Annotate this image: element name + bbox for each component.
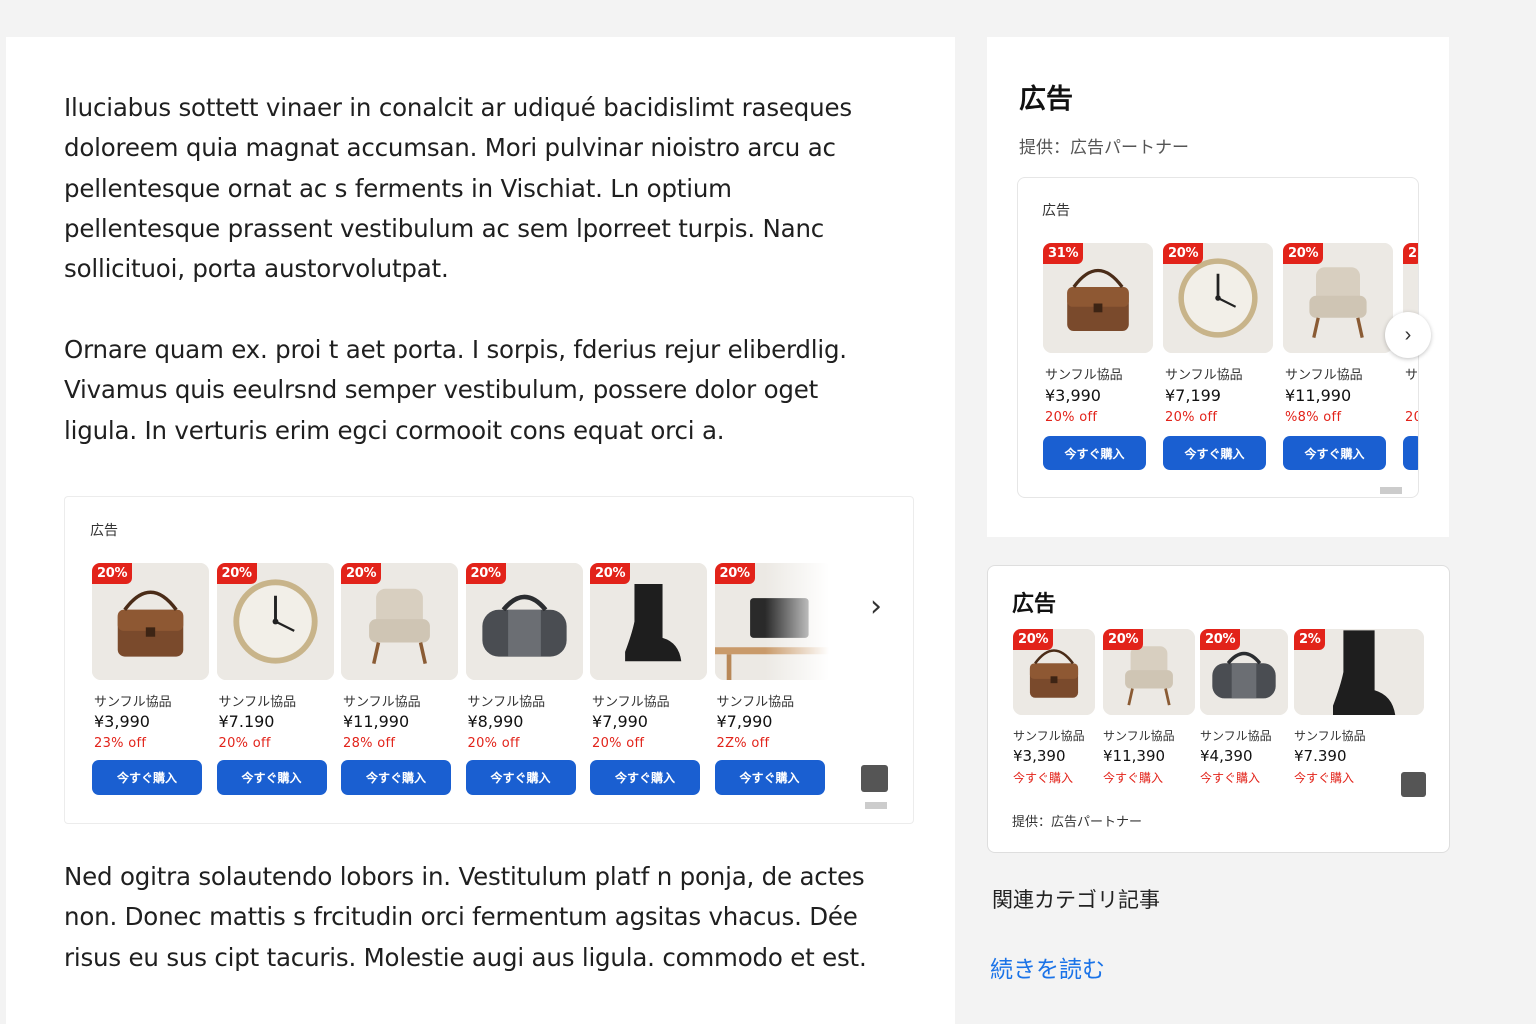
product-discount: 20% off — [1165, 410, 1218, 425]
product-price: ¥11,990 — [343, 712, 410, 731]
product-discount: 23% off — [94, 736, 147, 751]
article-paragraph: Ornare quam ex. proi t aet porta. I sorp… — [64, 335, 847, 445]
discount-badge: 20% — [341, 563, 382, 584]
product-price: ¥7,990 — [716, 712, 773, 731]
product-name: サンフル協品 — [94, 695, 172, 710]
product-price: ¥7.390 — [1294, 747, 1347, 765]
discount-badge: 20% — [714, 563, 755, 584]
buy-now-button[interactable]: 今すぐ購入 — [714, 760, 825, 795]
product-name: サンフル協品 — [343, 695, 421, 710]
buy-now-button[interactable]: 今すぐ購入 — [590, 760, 700, 795]
buy-now-link[interactable]: 今すぐ購入 — [1013, 769, 1073, 786]
product-discount: 20% off — [1045, 410, 1098, 425]
product-price: ¥3,390 — [1013, 747, 1066, 765]
carousel-next-button[interactable]: › — [1385, 312, 1431, 358]
buy-now-button[interactable]: 今すぐ購入 — [1043, 436, 1146, 470]
product-discount: 20 — [1405, 410, 1418, 425]
product-discount: 28% off — [343, 736, 396, 751]
discount-badge: 20% — [1163, 243, 1204, 264]
product-price: ¥7,990 — [592, 712, 648, 731]
product-name: サンフル協品 — [1285, 368, 1363, 383]
product-price: ¥3,990 — [1045, 386, 1101, 405]
inline-ad-carousel: 広告 20% サンフル協品 ¥3,990 23% off 今すぐ購入 20% サンフル協品 ¥… — [64, 496, 914, 824]
buy-now-link[interactable]: 今すぐ購入 — [1200, 769, 1260, 786]
buy-now-button[interactable]: 今すぐ購入 — [1163, 436, 1266, 470]
product-price: ¥11,390 — [1103, 747, 1166, 765]
discount-badge: 20% — [92, 563, 133, 584]
article-paragraph: Ned ogitra solautendo lobors in. Vestitu… — [64, 862, 867, 972]
product-name: サンフル協品 — [1200, 729, 1272, 743]
product-name: サンフル協品 — [218, 695, 297, 710]
product-name: サンフル協品 — [1103, 729, 1175, 743]
discount-badge: 31% — [1043, 243, 1084, 264]
ad-scroll-indicator — [865, 802, 887, 809]
product-discount: 20% off — [592, 736, 645, 751]
product-name: サンフル協品 — [1294, 729, 1366, 743]
related-categories: 関連カテゴリ記事 — [992, 888, 1160, 912]
discount-badge: 20% — [1283, 243, 1324, 264]
ad-label: 広告 — [1042, 203, 1070, 219]
buy-now-link[interactable]: 今すぐ購入 — [1294, 769, 1354, 786]
product-price: ¥4,390 — [1200, 747, 1253, 765]
sidebar-ad-carousel: 広告 31% サンフル協品 ¥3,990 20% off 今すぐ購入 20% サンフル協品 ¥… — [1017, 177, 1419, 498]
product-discount: %8% off — [1285, 410, 1342, 425]
buy-now-button[interactable]: 今すぐ購入 — [92, 760, 202, 795]
read-more-link[interactable]: 続きを読む — [990, 950, 1105, 984]
buy-now-button[interactable]: 今すぐ購入 — [1283, 436, 1386, 470]
product-name: サンフル協品 — [716, 695, 795, 710]
product-price: ¥3,990 — [94, 712, 150, 731]
ad-scroll-indicator — [1380, 487, 1402, 494]
sidebar-ad-title: 広告 — [1012, 592, 1057, 617]
chevron-right-icon[interactable]: › — [870, 589, 882, 624]
product-name: サンフル協品 — [467, 695, 546, 710]
discount-badge: 20% — [1200, 629, 1241, 650]
product-price: ¥7,199 — [1165, 386, 1221, 405]
discount-badge: 20% — [216, 563, 257, 584]
ad-label: 広告 — [90, 523, 118, 539]
product-name: サンフル協品 — [1045, 368, 1123, 383]
product-price: ¥11,990 — [1285, 386, 1352, 405]
product-price: ¥8,990 — [467, 712, 524, 731]
sidebar-ad-grid: 広告 20% サンフル協品 ¥3,390 今すぐ購入 20% サンフル協品 ¥11,390 今… — [987, 565, 1450, 853]
product-discount: 20% off — [467, 736, 520, 751]
product-name: サ — [1405, 368, 1419, 383]
product-name: サンフル協品 — [592, 695, 670, 710]
buy-now-button[interactable] — [1403, 436, 1418, 470]
ad-info-icon[interactable] — [861, 765, 888, 792]
product-discount: 2Z% off — [716, 736, 770, 751]
sidebar-ad-title: 広告 — [1019, 84, 1073, 115]
product-price: ¥7.190 — [218, 712, 275, 731]
discount-badge: 20% — [1103, 629, 1144, 650]
ad-provider: 提供：広告パートナー — [1012, 815, 1143, 830]
discount-badge: 20% — [1013, 629, 1054, 650]
product-name: サンフル協品 — [1013, 729, 1085, 743]
article: Iluciabus sottett vinaer in conalcit ar … — [6, 37, 955, 1024]
discount-badge: 20% — [465, 563, 506, 584]
discount-badge: 20% — [590, 563, 631, 584]
ad-provider: 提供：広告パートナー — [1019, 138, 1189, 158]
carousel-fade — [765, 557, 845, 687]
ad-info-icon[interactable] — [1401, 772, 1426, 797]
product-name: サンフル協品 — [1165, 368, 1243, 383]
buy-now-button[interactable]: 今すぐ購入 — [465, 760, 576, 795]
discount-badge: 2% — [1294, 629, 1326, 650]
buy-now-link[interactable]: 今すぐ購入 — [1103, 769, 1163, 786]
article-paragraph: Iluciabus sottett vinaer in conalcit ar … — [64, 93, 852, 284]
buy-now-button[interactable]: 今すぐ購入 — [216, 760, 327, 795]
sidebar-ad: 広告 提供：広告パートナー 広告 31% サンフル協品 ¥3,990 20% off 今… — [987, 37, 1449, 537]
discount-badge: 2 — [1403, 243, 1418, 264]
buy-now-button[interactable]: 今すぐ購入 — [341, 760, 451, 795]
product-discount: 20% off — [218, 736, 271, 751]
